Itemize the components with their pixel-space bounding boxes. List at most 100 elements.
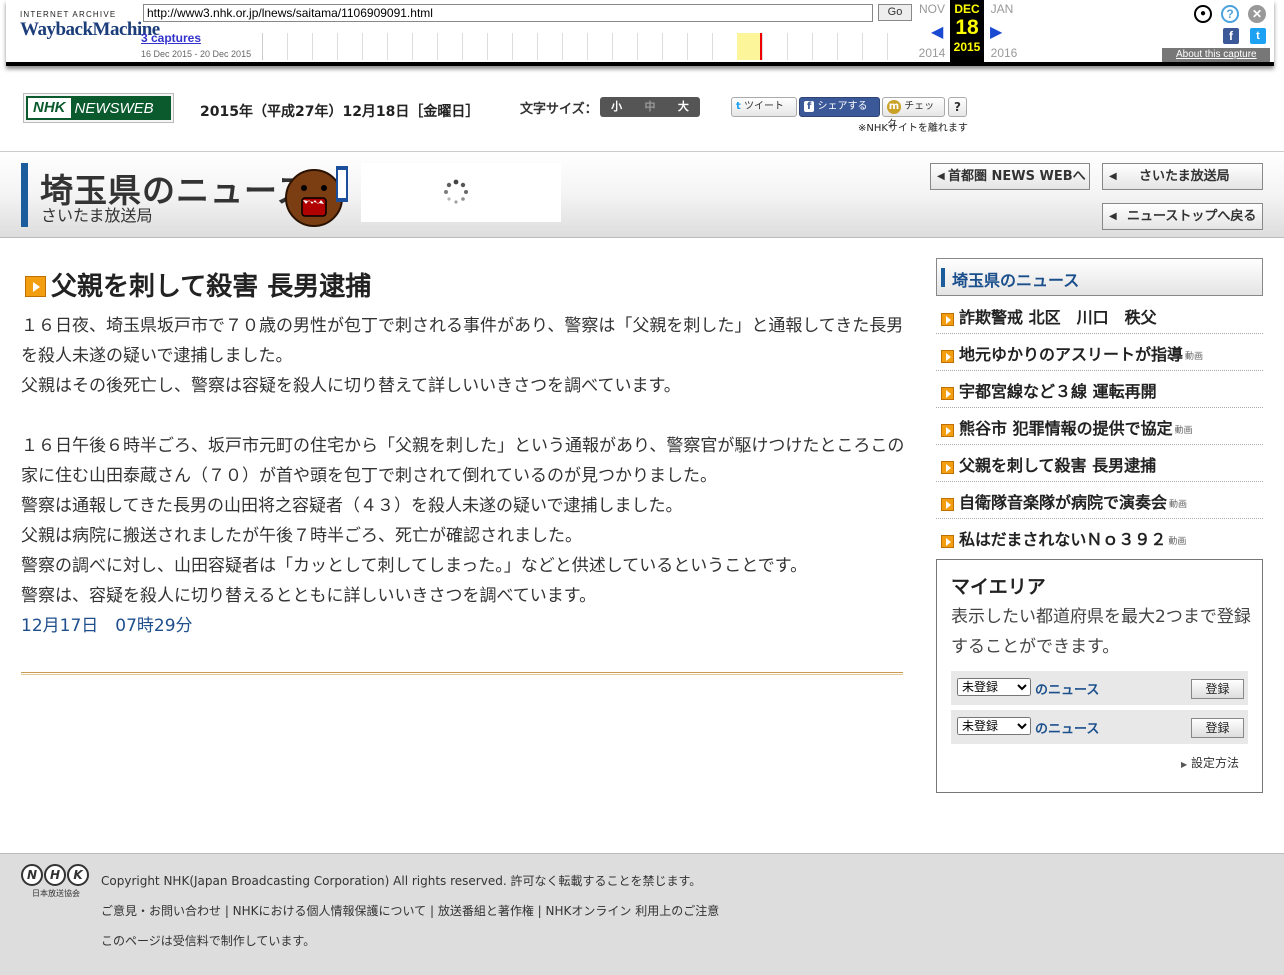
my-area-howto-link[interactable]: ▶ 設定方法 (1181, 754, 1239, 771)
news-bullet-icon (941, 313, 954, 326)
wayback-prev-year[interactable]: 2014 (912, 46, 952, 60)
sidebar-news-item[interactable]: 私はだまされないＮｏ３９２ 動画 (936, 519, 1263, 556)
station-button[interactable]: ◀ さいたま放送局 (1102, 163, 1263, 190)
sidebar-news-item[interactable]: 父親を刺して殺害 長男逮捕 (936, 445, 1263, 482)
my-area-select-1[interactable]: 未登録 (957, 678, 1031, 696)
footer-links[interactable]: ご意見・お問い合わせ | NHKにおける個人情報保護について | 放送番組と著作… (101, 902, 719, 919)
wayback-current-date: DEC 18 2015 (950, 0, 984, 62)
sidebar-news-label: 自衛隊音楽隊が病院で演奏会 (959, 493, 1168, 512)
my-area-select-2[interactable]: 未登録 (957, 717, 1031, 735)
mixi-icon: m (887, 100, 901, 114)
sidebar-news-item[interactable]: 熊谷市 犯罪情報の提供で協定 動画 (936, 408, 1263, 445)
metro-newsweb-button[interactable]: ◀ 首都圏 NEWS WEBへ (930, 163, 1090, 190)
news-bullet-icon (941, 350, 954, 363)
facebook-icon[interactable]: f (1223, 28, 1239, 44)
video-icon: 動画 (1169, 500, 1188, 510)
footer-fee-note: このページは受信料で制作しています。 (101, 934, 316, 948)
sidebar-heading-box: 埼玉県のニュース (936, 258, 1263, 296)
my-area-howto-label: 設定方法 (1190, 756, 1239, 770)
sidebar-heading-bar (941, 268, 945, 287)
news-top-label: ニューストップへ戻る (1127, 209, 1257, 224)
font-size-label: 文字サイズ： (520, 102, 598, 117)
my-area-register-button-2[interactable]: 登録 (1191, 718, 1244, 738)
article-play-icon (25, 276, 46, 297)
twitter-bird-icon: t (736, 101, 741, 112)
metro-newsweb-label: 首都圏 NEWS WEBへ (948, 169, 1086, 184)
my-area-description: 表示したい都道府県を最大2つまで登録することができます。 (951, 607, 1251, 657)
font-size-switcher: 小 中 大 (600, 97, 700, 117)
help-icon[interactable]: ? (1221, 5, 1239, 23)
sidebar-heading: 埼玉県のニュース (952, 271, 1080, 290)
sidebar-news-item[interactable]: 詐欺警戒 北区 川口 秩父 (936, 297, 1263, 334)
news-bullet-icon (941, 535, 954, 548)
wayback-next-year[interactable]: 2016 (984, 46, 1024, 60)
news-top-button[interactable]: ◀ ニューストップへ戻る (1102, 203, 1263, 230)
wayback-logo-top: INTERNET ARCHIVE (20, 10, 117, 19)
wayback-next-month[interactable]: JAN (982, 2, 1022, 16)
nhk-footer-logo[interactable]: NHK 日本放送協会 (21, 864, 91, 899)
wayback-url-input[interactable] (143, 4, 873, 22)
article-paragraph: １６日夜、埼玉県坂戸市で７０歳の男性が包丁で刺される事件があり、警察は「父親を刺… (21, 316, 904, 366)
sidebar-news-label: 詐欺警戒 北区 川口 秩父 (959, 308, 1157, 327)
wayback-captures-link[interactable]: 3 captures (141, 31, 201, 45)
news-bullet-icon (941, 424, 954, 437)
sidebar-news-item[interactable]: 自衛隊音楽隊が病院で演奏会 動画 (936, 482, 1263, 519)
mixi-check-button[interactable]: m チェック (882, 97, 945, 130)
news-bullet-icon (941, 498, 954, 511)
twitter-icon[interactable]: t (1250, 28, 1266, 44)
sidebar-news-label: 地元ゆかりのアスリートが指導 (959, 345, 1184, 364)
sidebar-news-label: 父親を刺して殺害 長男逮捕 (959, 456, 1157, 475)
wayback-go-button[interactable]: Go (878, 4, 912, 21)
footer-logo-caption: 日本放送協会 (32, 889, 80, 898)
news-bullet-icon (941, 461, 954, 474)
article-divider (21, 672, 903, 675)
logo-newsweb-text: NEWSWEB (74, 99, 154, 117)
wayback-logo-main: WaybackMachine (20, 19, 160, 40)
wayback-capture-range: 16 Dec 2015 - 20 Dec 2015 (141, 49, 252, 59)
about-capture-link[interactable]: About this capture (1162, 48, 1270, 62)
my-area-row-2: 未登録 のニュース 登録 (951, 710, 1248, 744)
my-area-heading: マイエリア (951, 576, 1046, 598)
left-triangle-icon: ◀ (937, 171, 945, 182)
prefecture-subtitle: さいたま放送局 (41, 206, 153, 225)
page-date: 2015年（平成27年）12月18日［金曜日］ (200, 104, 480, 120)
my-area-register-button-1[interactable]: 登録 (1191, 679, 1244, 699)
next-capture-arrow-icon[interactable]: ▶ (990, 22, 1002, 41)
user-icon[interactable]: ● (1194, 5, 1212, 23)
my-area-row-1: 未登録 のニュース 登録 (951, 671, 1248, 705)
wayback-sparkline[interactable] (262, 33, 912, 60)
font-size-small[interactable]: 小 (600, 97, 633, 117)
footer-copyright: Copyright NHK(Japan Broadcasting Corpora… (101, 874, 702, 888)
social-help-button[interactable]: ? (948, 97, 967, 117)
font-size-large[interactable]: 大 (667, 97, 700, 117)
wayback-prev-month[interactable]: NOV (912, 2, 952, 16)
sparkline-capture-tick[interactable] (760, 33, 762, 60)
article-paragraph: 警察の調べに対し、山田容疑者は「カッとして刺してしまった。」などと供述していると… (21, 556, 808, 576)
wayback-toolbar: INTERNET ARCHIVE WaybackMachine Go 3 cap… (6, 0, 1274, 66)
my-area-news-label: のニュース (1035, 722, 1100, 737)
facebook-share-button[interactable]: f シェアする (799, 97, 880, 117)
nhk-newsweb-logo[interactable]: NHK NEWSWEB (23, 93, 174, 123)
sidebar-news-label: 宇都宮線など３線 運転再開 (959, 382, 1157, 401)
wayback-current-year: 2015 (953, 40, 981, 54)
about-capture-label: About this capture (1176, 49, 1257, 60)
sidebar-news-item[interactable]: 宇都宮線など３線 運転再開 (936, 371, 1263, 408)
station-label: さいたま放送局 (1139, 169, 1230, 184)
wayback-current-day: 18 (955, 16, 979, 39)
footer: NHK 日本放送協会 Copyright NHK(Japan Broadcast… (0, 853, 1284, 975)
sidebar-news-label: 私はだまされないＮｏ３９２ (959, 530, 1167, 549)
sidebar-news-item[interactable]: 地元ゆかりのアスリートが指導 動画 (936, 334, 1263, 371)
article-body: １６日夜、埼玉県坂戸市で７０歳の男性が包丁で刺される事件があり、警察は「父親を刺… (21, 311, 906, 641)
my-area-panel: マイエリア 表示したい都道府県を最大2つまで登録することができます。 未登録 の… (936, 559, 1263, 793)
article-paragraph: 父親はその後死亡し、警察は容疑を殺人に切り替えて詳しいいきさつを調べています。 (21, 376, 681, 396)
video-icon: 動画 (1185, 352, 1204, 362)
share-label: シェアする (817, 101, 868, 112)
wayback-logo[interactable]: INTERNET ARCHIVE WaybackMachine (20, 10, 160, 41)
prev-capture-arrow-icon[interactable]: ◀ (931, 22, 943, 41)
article-paragraph: 警察は通報してきた長男の山田将之容疑者（４３）を殺人未遂の疑いで逮捕しました。 (21, 496, 683, 516)
tweet-button[interactable]: t ツイート (731, 97, 797, 117)
close-icon[interactable]: ✕ (1248, 5, 1266, 23)
prefecture-accent-bar (21, 163, 28, 227)
tweet-label: ツイート (743, 101, 784, 112)
font-size-medium[interactable]: 中 (633, 97, 666, 117)
